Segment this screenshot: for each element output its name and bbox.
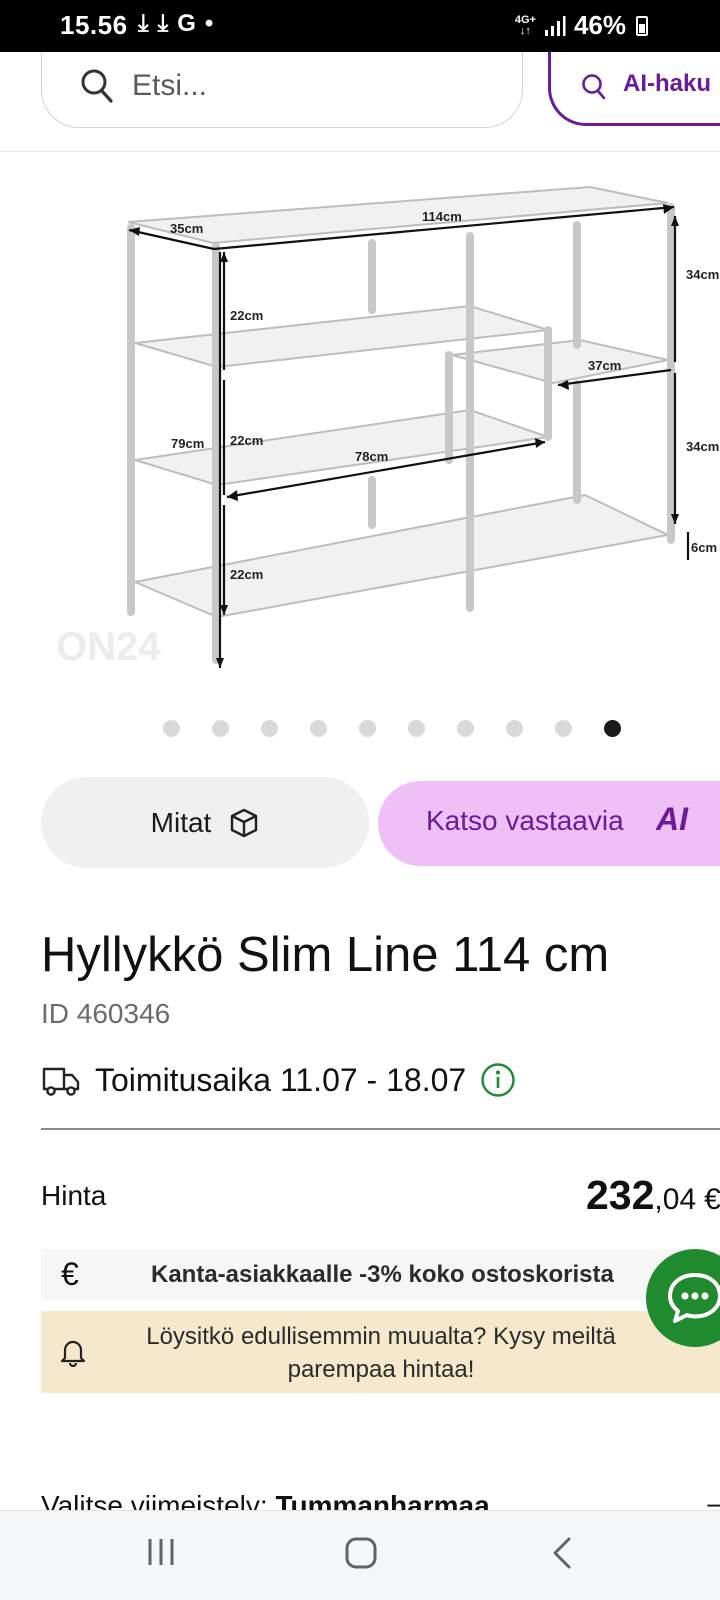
system-nav-bar: [0, 1510, 720, 1600]
carousel-dots: [163, 720, 621, 737]
carousel-dot[interactable]: [212, 720, 229, 737]
price-label: Hinta: [41, 1180, 107, 1211]
find-similar-button[interactable]: Katso vastaavia AI: [378, 781, 720, 866]
carousel-dot[interactable]: [261, 720, 278, 737]
notification-icons: ⤓ ⤓ G •: [138, 10, 213, 38]
chat-bubble-icon: [668, 1273, 720, 1323]
status-bar: 15.56 ⤓ ⤓ G • 4G+ ↓↑ 46%: [0, 0, 720, 52]
dim-total-height: 79cm: [171, 436, 204, 451]
carousel-dot[interactable]: [604, 720, 621, 737]
finish-selector[interactable]: Valitse viimeistely: Tummanharmaa: [41, 1490, 490, 1510]
carousel-dot[interactable]: [163, 720, 180, 737]
price-match-text: Löysitkö edullisemmin muualta? Kysy meil…: [146, 1323, 616, 1383]
product-id: ID 460346: [41, 998, 171, 1029]
dimensions-button[interactable]: Mitat: [41, 777, 369, 868]
google-icon: G: [177, 10, 196, 37]
home-icon[interactable]: [344, 1536, 378, 1570]
search-icon: [582, 74, 606, 100]
signal-icon: [544, 15, 566, 36]
product-image[interactable]: 35cm 114cm 34cm 22cm 37cm 79cm 22cm 78cm…: [0, 160, 720, 700]
price: 232,04 €: [586, 1172, 720, 1219]
price-decimals: ,04: [654, 1183, 697, 1216]
divider: [41, 1128, 720, 1130]
ai-search-label: AI-haku: [623, 70, 712, 97]
dim-gap-3: 22cm: [230, 567, 263, 582]
carousel-dot[interactable]: [408, 720, 425, 737]
delivery-text: Toimitusaika 11.07 - 18.07: [95, 1061, 467, 1098]
finish-collapse-icon[interactable]: −: [706, 1490, 720, 1510]
recent-apps-icon[interactable]: [146, 1536, 176, 1568]
site-header: Etsi... AI-haku: [0, 52, 720, 152]
ai-icon: AI: [656, 801, 688, 837]
price-currency: €: [704, 1183, 720, 1216]
search-icon: [81, 69, 113, 103]
status-time: 15.56: [60, 10, 128, 40]
system-status: 4G+ ↓↑ 46%: [515, 10, 648, 41]
dim-foot: 6cm: [691, 540, 717, 555]
euro-icon: €: [61, 1256, 79, 1292]
price-main: 232: [586, 1172, 655, 1218]
battery-percent: 46%: [573, 10, 626, 40]
carousel-dot[interactable]: [555, 720, 572, 737]
bell-icon: [60, 1340, 86, 1367]
dim-right-lower: 34cm: [686, 439, 719, 454]
product-title: Hyllykkö Slim Line 114 cm: [41, 928, 610, 982]
dim-small-shelf: 37cm: [588, 358, 621, 373]
search-input[interactable]: Etsi...: [41, 52, 523, 128]
download-icon: ⤓: [157, 10, 169, 37]
dim-depth: 35cm: [170, 221, 203, 236]
network-activity-icon: ↓↑: [519, 24, 531, 37]
carousel-dot[interactable]: [506, 720, 523, 737]
network-type: 4G+ ↓↑: [514, 13, 536, 37]
ai-search-button[interactable]: AI-haku: [548, 52, 720, 126]
dimensions-label: Mitat: [150, 806, 212, 838]
search-placeholder: Etsi...: [132, 69, 208, 102]
cube-icon: [231, 808, 258, 837]
shelf-dimension-drawing: 35cm 114cm 34cm 22cm 37cm 79cm 22cm 78cm…: [56, 185, 719, 669]
dim-width: 114cm: [422, 209, 462, 224]
delivery-time: Toimitusaika 11.07 - 18.07: [41, 1058, 516, 1102]
delivery-truck-icon: [42, 1067, 80, 1096]
carousel-dot[interactable]: [457, 720, 474, 737]
dim-gap-2: 22cm: [230, 433, 263, 448]
dim-gap-1: 22cm: [230, 308, 263, 323]
more-notifications-dot-icon: •: [204, 10, 214, 37]
loyalty-banner: € Kanta-asiakkaalle -3% koko ostoskorist…: [41, 1249, 720, 1301]
finish-value: Tummanharmaa: [275, 1490, 490, 1510]
price-match-banner[interactable]: Löysitkö edullisemmin muualta? Kysy meil…: [41, 1311, 720, 1393]
loyalty-text: Kanta-asiakkaalle -3% koko ostoskorista: [151, 1261, 614, 1288]
carousel-dot[interactable]: [310, 720, 327, 737]
download-icon: ⤓: [138, 10, 149, 37]
back-icon[interactable]: [550, 1536, 574, 1570]
watermark-logo: ON24: [56, 625, 161, 669]
find-similar-label: Katso vastaavia: [426, 805, 624, 836]
info-icon[interactable]: [480, 1062, 516, 1098]
carousel-dot[interactable]: [359, 720, 376, 737]
dim-right-upper: 34cm: [686, 267, 719, 282]
finish-label: Valitse viimeistely:: [41, 1490, 268, 1510]
network-type-label: 4G+: [514, 13, 536, 26]
battery-icon: [636, 15, 648, 36]
dim-middle-shelf: 78cm: [355, 449, 388, 464]
